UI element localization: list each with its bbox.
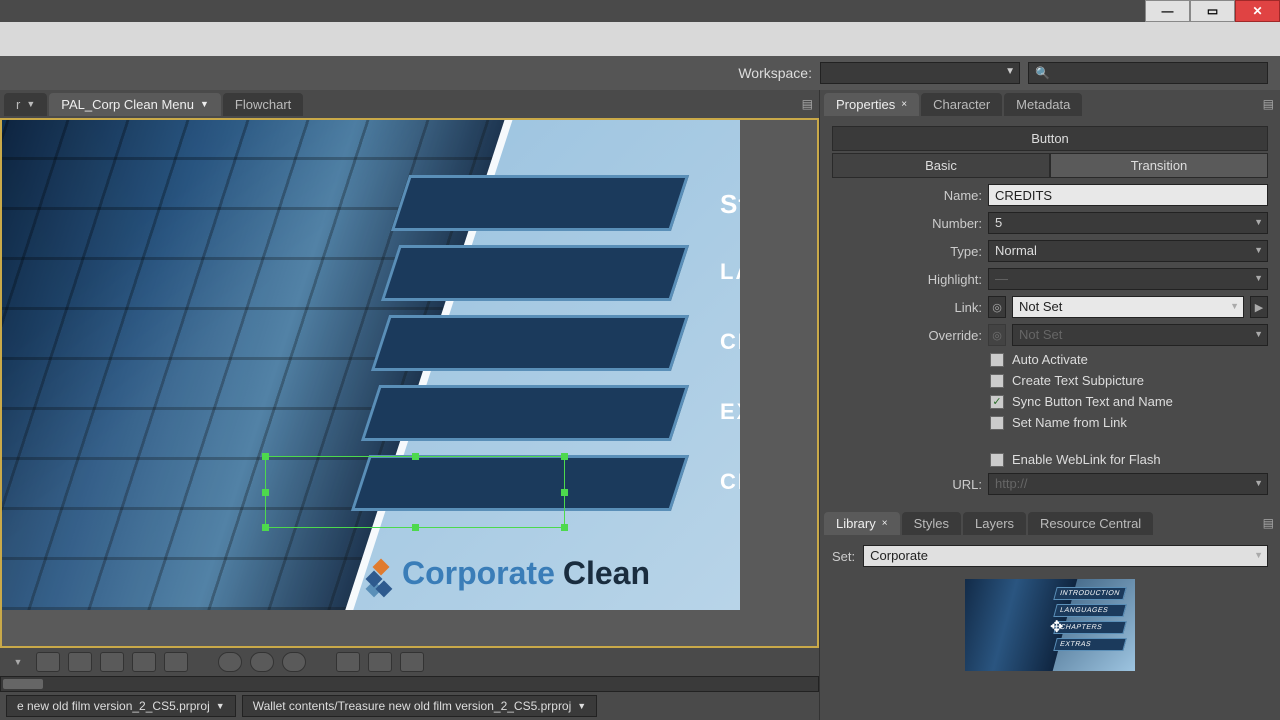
sub-tab-transition[interactable]: Transition xyxy=(1050,153,1268,178)
create-subpic-checkbox[interactable] xyxy=(990,374,1004,388)
sync-name-checkbox[interactable] xyxy=(990,395,1004,409)
panel-menu-icon[interactable]: ▤ xyxy=(802,97,813,111)
close-icon[interactable]: × xyxy=(901,99,907,110)
tab-flowchart[interactable]: Flowchart xyxy=(223,93,303,116)
close-icon[interactable]: × xyxy=(882,518,888,529)
menu-viewer[interactable]: Start LANGUAGES CHAPTERS EXTRAS CREDITS xyxy=(0,118,819,648)
zoom-dropdown[interactable]: ▼ xyxy=(8,652,28,672)
tab-metadata[interactable]: Metadata xyxy=(1004,93,1082,116)
window-close-button[interactable]: ✕ xyxy=(1235,0,1280,22)
tab-library[interactable]: Library × xyxy=(824,512,900,535)
url-field: http:// xyxy=(988,473,1268,495)
properties-panel: Button Basic Transition Name: Number:5 T… xyxy=(820,118,1280,509)
logo-icon xyxy=(368,561,394,587)
app-toolbar xyxy=(0,22,1280,56)
selection-box[interactable] xyxy=(265,456,565,528)
project-tab-1[interactable]: e new old film version_2_CS5.prproj▼ xyxy=(6,695,236,717)
tool-highlight-2[interactable] xyxy=(250,652,274,672)
link-pickwhip-icon[interactable]: ◎ xyxy=(988,296,1006,318)
sub-tab-basic[interactable]: Basic xyxy=(832,153,1050,178)
corporate-clean-logo: CorporateClean xyxy=(368,555,650,592)
tab-character[interactable]: Character xyxy=(921,93,1002,116)
editor-tab-row: r ▼ PAL_Corp Clean Menu ▼ Flowchart ▤ xyxy=(0,90,819,118)
override-select: Not Set xyxy=(1012,324,1268,346)
window-maximize-button[interactable]: ▭ xyxy=(1190,0,1235,22)
tool-guides[interactable] xyxy=(68,652,92,672)
tab-layers[interactable]: Layers xyxy=(963,512,1026,535)
playback-prev[interactable] xyxy=(336,652,360,672)
workspace-select[interactable] xyxy=(820,62,1020,84)
tab-menu-label: PAL_Corp Clean Menu xyxy=(61,97,194,112)
search-input[interactable]: 🔍 xyxy=(1028,62,1268,84)
move-cursor-icon: ✥ xyxy=(1050,617,1063,637)
tab-properties[interactable]: Properties × xyxy=(824,93,919,116)
tab-styles[interactable]: Styles xyxy=(902,512,961,535)
tab-editor-left[interactable]: r ▼ xyxy=(4,93,47,116)
properties-tab-row: Properties × Character Metadata ▤ xyxy=(820,90,1280,118)
tool-routing[interactable] xyxy=(100,652,124,672)
chevron-down-icon: ▼ xyxy=(577,701,586,711)
project-tab-2[interactable]: Wallet contents/Treasure new old film ve… xyxy=(242,695,598,717)
enable-weblink-checkbox[interactable] xyxy=(990,453,1004,467)
override-pickwhip-icon: ◎ xyxy=(988,324,1006,346)
link-go-button[interactable]: ▶ xyxy=(1250,296,1268,318)
link-select[interactable]: Not Set xyxy=(1012,296,1244,318)
tool-grid-add[interactable] xyxy=(164,652,188,672)
workspace-label: Workspace: xyxy=(738,65,812,81)
panel-menu-icon[interactable]: ▤ xyxy=(1263,97,1274,111)
tool-highlight-3[interactable] xyxy=(282,652,306,672)
auto-activate-checkbox[interactable] xyxy=(990,353,1004,367)
library-preview-thumbnail[interactable]: INTRODUCTION LANGUAGES CHAPTERS EXTRAS ✥ xyxy=(965,579,1135,671)
set-from-link-checkbox[interactable] xyxy=(990,416,1004,430)
playback-next[interactable] xyxy=(400,652,424,672)
highlight-select: — xyxy=(988,268,1268,290)
window-minimize-button[interactable]: — xyxy=(1145,0,1190,22)
panel-menu-icon[interactable]: ▤ xyxy=(1263,516,1274,530)
playback-play[interactable] xyxy=(368,652,392,672)
viewer-toolbar: ▼ xyxy=(0,648,819,676)
tool-highlight-1[interactable] xyxy=(218,652,242,672)
tool-safe-area[interactable] xyxy=(36,652,60,672)
properties-object-type: Button xyxy=(832,126,1268,151)
chevron-down-icon: ▼ xyxy=(200,99,209,109)
chevron-down-icon: ▼ xyxy=(216,701,225,711)
project-tabs: e new old film version_2_CS5.prproj▼ Wal… xyxy=(0,692,819,720)
type-select[interactable]: Normal xyxy=(988,240,1268,262)
number-select[interactable]: 5 xyxy=(988,212,1268,234)
name-field[interactable] xyxy=(988,184,1268,206)
library-panel: Set: Corporate INTRODUCTION LANGUAGES CH… xyxy=(820,537,1280,679)
tab-menu-editor[interactable]: PAL_Corp Clean Menu ▼ xyxy=(49,93,221,116)
tab-resource-central[interactable]: Resource Central xyxy=(1028,512,1153,535)
library-set-select[interactable]: Corporate xyxy=(863,545,1268,567)
tool-grid[interactable] xyxy=(132,652,156,672)
library-tab-row: Library × Styles Layers Resource Central… xyxy=(820,509,1280,537)
horizontal-scrollbar[interactable] xyxy=(0,676,819,692)
